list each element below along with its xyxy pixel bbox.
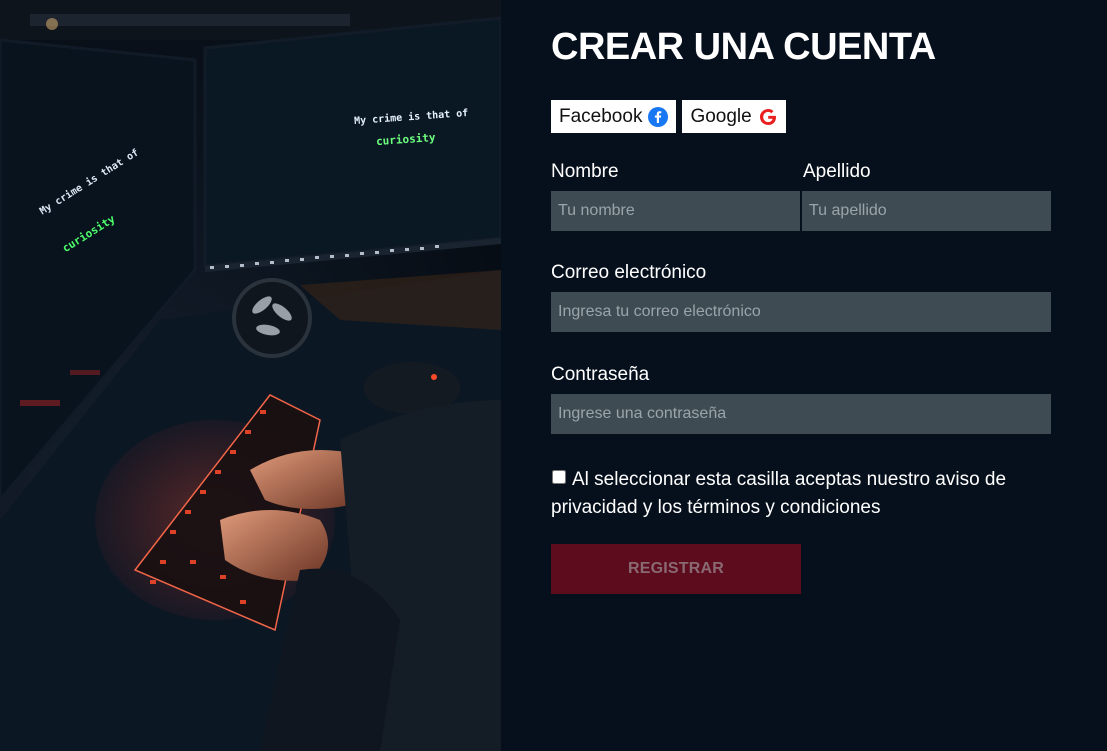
register-button[interactable]: REGISTRAR <box>551 544 801 594</box>
terms-checkbox[interactable] <box>552 470 566 484</box>
signup-form-panel: CREAR UNA CUENTA Facebook Google Nombre … <box>501 0 1107 751</box>
google-icon <box>758 107 778 127</box>
facebook-button-label: Facebook <box>559 105 643 127</box>
facebook-signup-button[interactable]: Facebook <box>551 100 677 133</box>
google-button-label: Google <box>690 105 752 127</box>
first-name-input[interactable] <box>551 191 800 231</box>
social-login-group: Facebook Google <box>551 100 786 133</box>
terms-text: Al seleccionar esta casilla aceptas nues… <box>551 469 1007 518</box>
last-name-input[interactable] <box>802 191 1051 231</box>
email-label: Correo electrónico <box>551 262 707 283</box>
google-signup-button[interactable]: Google <box>682 100 786 133</box>
page-title: CREAR UNA CUENTA <box>551 26 936 68</box>
hacker-keyboard-photo: My crime is that of curiosity My crime i… <box>0 0 501 751</box>
signup-page: My crime is that of curiosity My crime i… <box>0 0 1107 751</box>
last-name-label: Apellido <box>803 161 871 182</box>
facebook-icon <box>648 106 669 127</box>
password-input[interactable] <box>551 394 1051 434</box>
terms-agreement: Al seleccionar esta casilla aceptas nues… <box>551 466 1011 522</box>
email-input[interactable] <box>551 292 1051 332</box>
password-label: Contraseña <box>551 364 650 385</box>
first-name-label: Nombre <box>551 161 619 182</box>
